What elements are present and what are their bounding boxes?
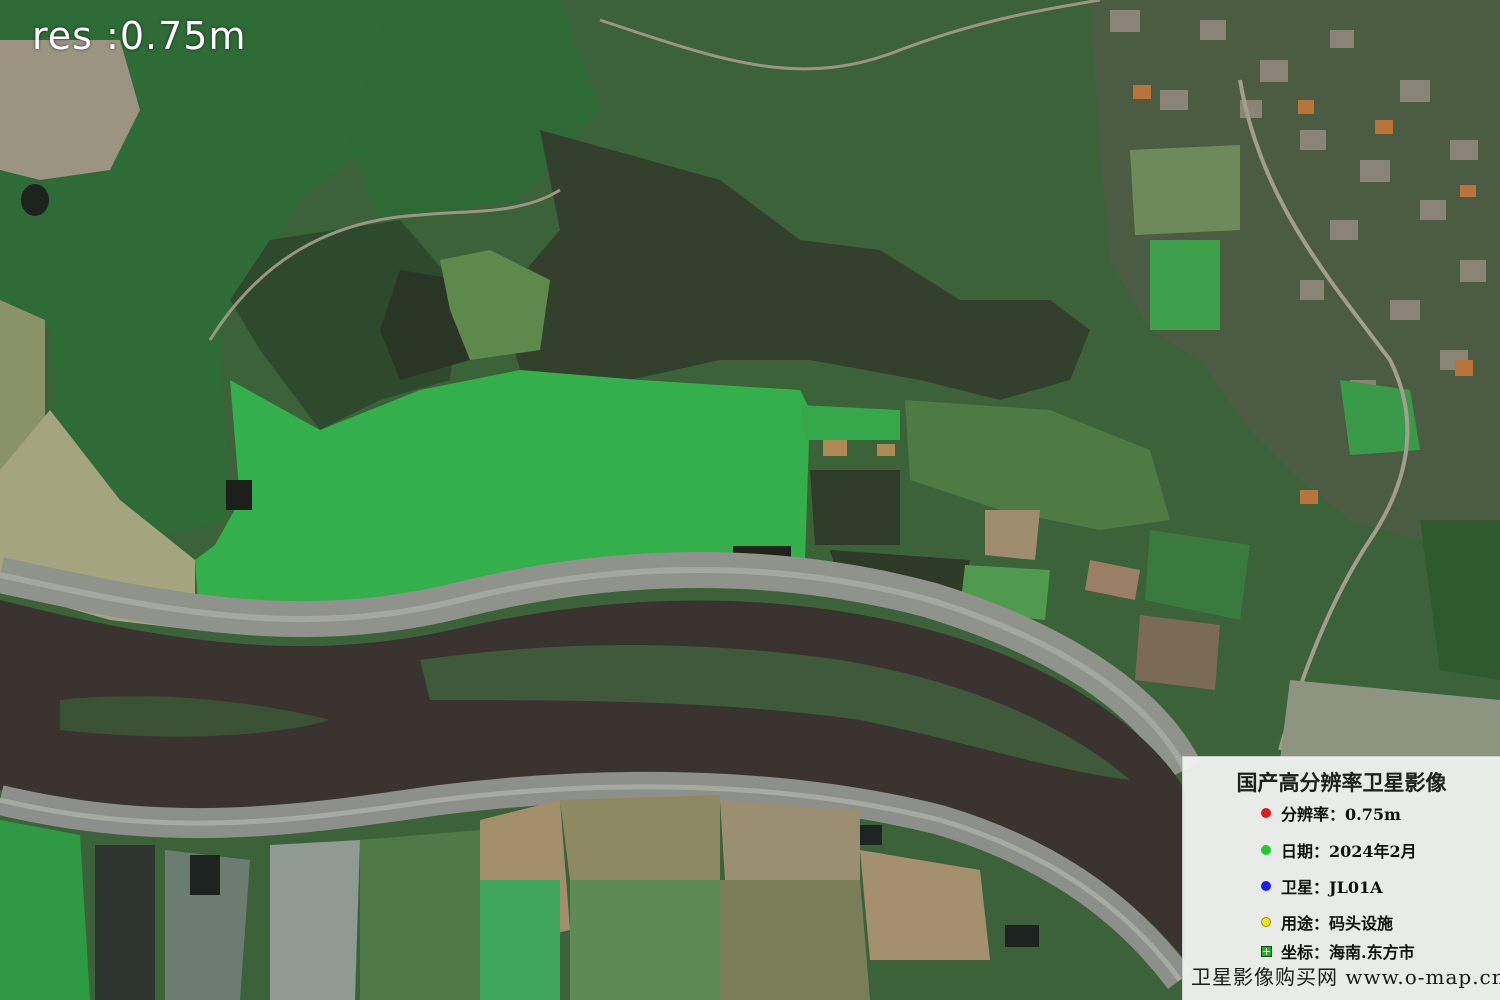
legend-item-label: 卫星：JL01A [1281, 878, 1383, 897]
legend-panel: 国产高分辨率卫星影像 分辨率：0.75m 日期：2024年2月 卫星：JL01A… [1182, 756, 1500, 1000]
legend-item-resolution: 分辨率：0.75m [1261, 802, 1401, 824]
resolution-label: res :0.75m [32, 14, 247, 58]
green-square-icon [1261, 945, 1272, 957]
legend-item-label: 坐标：海南.东方市 [1281, 943, 1415, 962]
legend-footer-watermark: 卫星影像购买网 www.o-map.cn [1191, 965, 1500, 989]
yellow-dot-icon [1261, 917, 1271, 927]
legend-item-label: 用途：码头设施 [1281, 914, 1394, 933]
blue-dot-icon [1261, 881, 1271, 891]
legend-item-satellite: 卫星：JL01A [1261, 875, 1383, 897]
legend-title: 国产高分辨率卫星影像 [1236, 771, 1447, 795]
green-dot-icon [1261, 845, 1271, 855]
legend-item-coordinates: 坐标：海南.东方市 [1261, 940, 1415, 962]
legend-item-date: 日期：2024年2月 [1261, 839, 1417, 861]
legend-item-usage: 用途：码头设施 [1261, 911, 1393, 933]
legend-item-label: 日期：2024年2月 [1281, 842, 1417, 861]
red-dot-icon [1261, 808, 1271, 818]
satellite-map: res :0.75m 国产高分辨率卫星影像 分辨率：0.75m 日期：2024年… [0, 0, 1500, 1000]
legend-item-label: 分辨率：0.75m [1281, 805, 1401, 824]
